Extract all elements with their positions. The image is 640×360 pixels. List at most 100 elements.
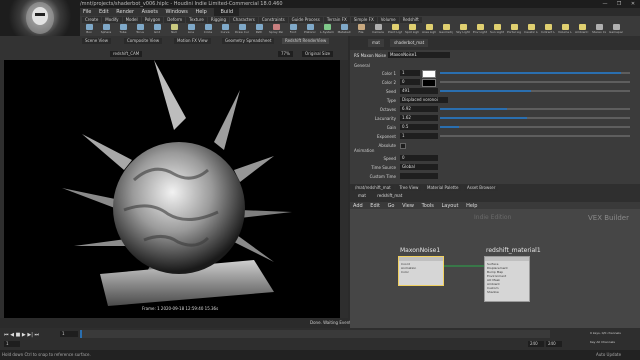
tab-tree-view[interactable]: Tree View xyxy=(396,185,422,191)
stop-icon[interactable]: ■ xyxy=(16,332,21,338)
param-value-field[interactable]: 0 xyxy=(400,155,438,161)
node-redshift-material[interactable]: Surface Displacement Bump Map Environment AO… xyxy=(484,256,530,302)
shelf-tool-geometry-light[interactable]: Geometry Light xyxy=(439,24,453,35)
shelf-tool-volume-light[interactable]: Volume Light xyxy=(558,24,572,35)
zoom-select[interactable]: 77% xyxy=(278,51,293,57)
path-mat-net[interactable]: mat xyxy=(358,193,366,198)
shelf-tool-torus[interactable]: Torus xyxy=(133,24,147,35)
minimize-button[interactable]: — xyxy=(598,0,612,8)
menu-file[interactable]: File xyxy=(83,8,91,16)
shelf-tab-constraints[interactable]: Constraints xyxy=(258,17,288,23)
shelf-tab-redshift[interactable]: Redshift xyxy=(399,17,422,23)
shelf-tool-env-light[interactable]: Env Light xyxy=(473,24,487,35)
shelf-tab-deform[interactable]: Deform xyxy=(164,17,186,23)
shelf-tool-tube[interactable]: Tube xyxy=(116,24,130,35)
shelf-tab-polygon[interactable]: Polygon xyxy=(141,17,164,23)
param-slider[interactable] xyxy=(440,117,630,119)
shelf-tool-box[interactable]: Box xyxy=(82,24,96,35)
play-icon[interactable]: ▶ xyxy=(22,332,26,338)
step-back-icon[interactable]: ◀ xyxy=(10,332,14,338)
start-frame-field[interactable]: 1 xyxy=(4,341,20,347)
menu-assets[interactable]: Assets xyxy=(142,8,158,16)
camera-select[interactable]: redshift_CAM xyxy=(110,51,143,57)
desktop-select[interactable]: Build xyxy=(214,8,240,16)
param-value-field[interactable]: 0 xyxy=(400,79,420,85)
shelf-tab-rigging[interactable]: Rigging xyxy=(207,17,229,23)
tab-geometry-spreadsheet[interactable]: Geometry Spreadsheet xyxy=(222,38,275,44)
shelf-tool-gamepad-camera[interactable]: Gamepad Camera xyxy=(609,24,623,35)
display-size-select[interactable]: Original Size xyxy=(302,51,334,57)
shelf-tool-path[interactable]: Path xyxy=(252,24,266,35)
path-redshift-mat[interactable]: redshift_mat xyxy=(377,193,402,198)
path-shaderbot-mat[interactable]: shaderbot_mat xyxy=(390,39,429,47)
tab-material-palette[interactable]: Material Palette xyxy=(424,185,462,191)
shelf-tool-file[interactable]: File xyxy=(354,24,368,35)
maximize-button[interactable]: ❐ xyxy=(612,0,626,8)
end-frame-field-2[interactable]: 240 xyxy=(546,341,562,347)
tab-scene-view[interactable]: Scene View xyxy=(82,38,111,44)
shelf-tool-circle[interactable]: Circle xyxy=(201,24,215,35)
shelf-tab-model[interactable]: Model xyxy=(122,17,141,23)
node-port[interactable]: Color xyxy=(401,270,441,274)
param-slider[interactable] xyxy=(440,135,630,137)
shelf-tool-font[interactable]: Font xyxy=(286,24,300,35)
shelf-tool-portal-light[interactable]: Portal Light xyxy=(507,24,521,35)
shelf-tab-characters[interactable]: Characters xyxy=(229,17,258,23)
shelf-tool-point-light[interactable]: Point Light xyxy=(388,24,402,35)
shelf-tool-spot-light[interactable]: Spot Light xyxy=(405,24,419,35)
param-value-field[interactable]: Global xyxy=(400,164,438,170)
node-name-field[interactable]: MaxonNoise1 xyxy=(388,52,450,58)
menu-render[interactable]: Render xyxy=(116,8,134,16)
tab-composite-view[interactable]: Composite View xyxy=(124,38,163,44)
jump-start-icon[interactable]: ⏮ xyxy=(4,332,9,338)
param-value-field[interactable]: Displaced voronoi xyxy=(400,97,448,103)
shelf-tool-area-light[interactable]: Area Light xyxy=(422,24,436,35)
node-maxonnoise[interactable]: Coord Animation Color xyxy=(398,256,444,286)
shelf-tab-terrain-fx[interactable]: Terrain FX xyxy=(323,17,350,23)
menu-help[interactable]: Help xyxy=(195,8,206,16)
render-viewport[interactable]: Frame: 1 2020-09-18 12:59:40 15.36s xyxy=(4,60,348,322)
end-frame-field[interactable]: 240 xyxy=(528,341,544,347)
shelf-tool-sun-light[interactable]: Sun Light xyxy=(490,24,504,35)
step-forward-icon[interactable]: ▶| xyxy=(27,332,33,338)
section-general[interactable]: General xyxy=(354,63,370,68)
auto-update-select[interactable]: Auto Update xyxy=(596,352,621,357)
param-value-field[interactable]: 6.92 xyxy=(400,106,438,112)
path-mat[interactable]: mat xyxy=(368,39,384,47)
param-slider[interactable] xyxy=(440,81,630,83)
close-button[interactable]: ✕ xyxy=(626,0,640,8)
shelf-tab-texture[interactable]: Texture xyxy=(186,17,207,23)
param-value-field[interactable]: 1 xyxy=(400,70,420,76)
shelf-tool-l-system[interactable]: L-System xyxy=(320,24,334,35)
menu-edit[interactable]: Edit xyxy=(99,8,109,16)
tab-redshift-renderview[interactable]: Redshift RenderView xyxy=(282,38,330,44)
tab-asset-browser[interactable]: Asset Browser xyxy=(464,185,499,191)
shelf-tool-draw-curve[interactable]: Draw Curve xyxy=(235,24,249,35)
param-value-field[interactable]: 0.5 xyxy=(400,124,438,130)
shelf-tab-volume[interactable]: Volume xyxy=(377,17,399,23)
shelf-tool-stereo-camera[interactable]: Stereo Camera xyxy=(592,24,606,35)
param-slider[interactable] xyxy=(440,90,630,92)
shelf-tool-sky-light[interactable]: Sky Light xyxy=(456,24,470,35)
absolute-checkbox[interactable] xyxy=(400,143,406,149)
shelf-tool-indirect-light[interactable]: Indirect Light xyxy=(541,24,555,35)
param-value-field[interactable]: 1.62 xyxy=(400,115,438,121)
param-slider[interactable] xyxy=(440,72,630,74)
timeline-bar[interactable] xyxy=(80,330,550,338)
param-value-field[interactable]: 491 xyxy=(400,88,438,94)
tab-motion-fx-view[interactable]: Motion FX View xyxy=(174,38,211,44)
shelf-tool-null[interactable]: Null xyxy=(167,24,181,35)
param-value-field[interactable] xyxy=(400,173,438,179)
network-editor[interactable]: Add Edit Go View Tools Layout Help Indie… xyxy=(350,202,640,328)
key-all-channels-button[interactable]: Key All Channels xyxy=(590,340,615,344)
shelf-tool-grid[interactable]: Grid xyxy=(150,24,164,35)
shelf-tab-guide-process[interactable]: Guide Process xyxy=(288,17,323,23)
color-swatch[interactable] xyxy=(422,79,436,87)
shelf-tool-caustic-light[interactable]: Caustic Light xyxy=(524,24,538,35)
shelf-tool-ambient-light[interactable]: Ambient Light xyxy=(575,24,589,35)
shelf-tool-line[interactable]: Line xyxy=(184,24,198,35)
shelf-tool-metaball[interactable]: Metaball xyxy=(337,24,351,35)
menu-windows[interactable]: Windows xyxy=(166,8,188,16)
shelf-tab-create[interactable]: Create xyxy=(82,17,102,23)
param-slider[interactable] xyxy=(440,126,630,128)
